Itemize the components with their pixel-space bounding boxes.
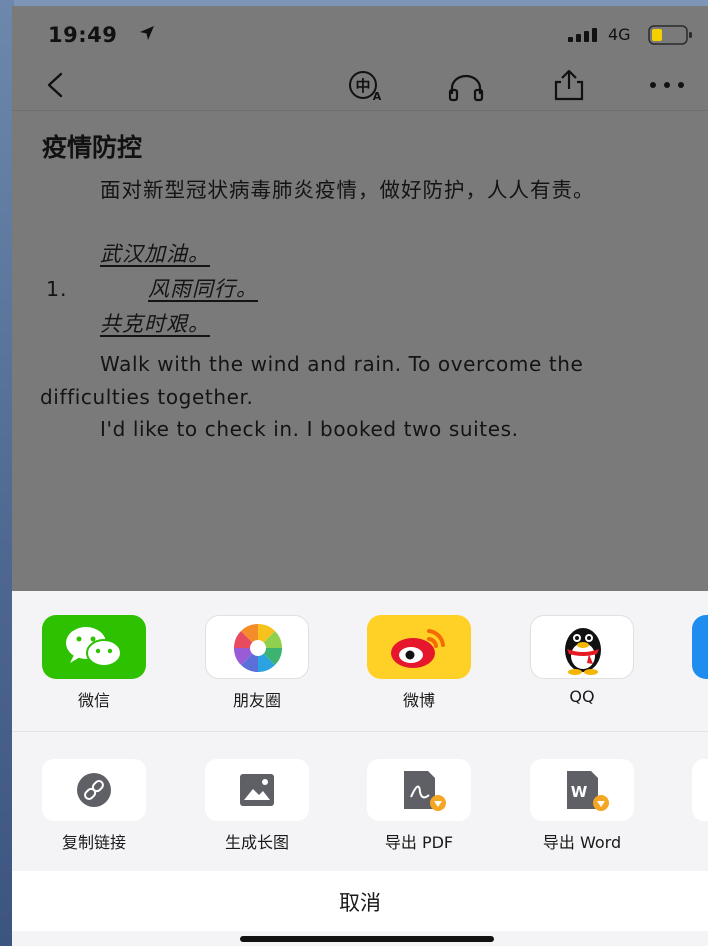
action-label: 复制链接 xyxy=(61,833,126,852)
weibo-icon xyxy=(367,615,471,679)
phone-screen: 19:49 4G 中 A 疫情防控 面对新型冠状病毒肺炎疫情，做好防护，人人有责… xyxy=(12,6,708,946)
share-moments[interactable]: 朋友圈 xyxy=(205,591,309,711)
action-label: 导出 PDF xyxy=(384,833,454,852)
list-item-text: 风雨同行。 xyxy=(148,277,258,301)
list-number: 1. xyxy=(46,277,68,301)
english-paragraph-1: Walk with the wind and rain. To overcome… xyxy=(40,352,584,409)
share-actions-row: 复制链接 生成长图 导出 PDF W 导出 Word xyxy=(12,731,708,872)
action-tile xyxy=(367,759,471,821)
qq-icon xyxy=(530,615,634,679)
dimmed-document-view[interactable]: 19:49 4G 中 A 疫情防控 面对新型冠状病毒肺炎疫情，做好防护，人人有责… xyxy=(12,6,708,591)
status-time: 19:49 xyxy=(48,23,118,47)
share-weibo[interactable]: 微博 xyxy=(367,591,471,711)
list-item-3: 共克时艰。 xyxy=(100,308,708,341)
share-sheet: 微信 朋友圈 微博 QQ 复制链接 生成长图 导出 PDF W 导出 Word … xyxy=(12,591,708,946)
app-icon xyxy=(692,615,708,679)
paragraph-1: 面对新型冠状病毒肺炎疫情，做好防护，人人有责。 xyxy=(100,178,595,202)
list-item-text: 共克时艰。 xyxy=(100,312,210,336)
action-tile xyxy=(205,759,309,821)
translate-icon[interactable]: 中 A xyxy=(346,70,384,102)
svg-text:A: A xyxy=(373,90,382,102)
wechat-icon xyxy=(42,615,146,679)
list-item-text: 武汉加油。 xyxy=(100,242,210,266)
word-icon: W xyxy=(567,771,609,811)
english-paragraph-2: I'd like to check in. I booked two suite… xyxy=(100,417,519,441)
status-bar: 19:49 4G xyxy=(12,6,708,58)
export-word-button[interactable]: W 导出 Word xyxy=(530,731,634,852)
svg-text:W: W xyxy=(571,783,588,801)
moments-icon xyxy=(205,615,309,679)
generate-long-image-button[interactable]: 生成长图 xyxy=(205,731,309,852)
action-label: 导出 Word xyxy=(542,833,622,852)
share-label: 微信 xyxy=(77,691,110,710)
list-item-1: 武汉加油。 xyxy=(100,238,708,271)
share-label: QQ xyxy=(569,687,595,706)
battery-icon xyxy=(648,25,692,45)
action-tile xyxy=(692,759,708,821)
action-tile xyxy=(42,759,146,821)
export-pdf-button[interactable]: 导出 PDF xyxy=(367,731,471,852)
top-toolbar: 中 A xyxy=(12,58,708,111)
image-icon xyxy=(240,774,274,806)
document-title: 疫情防控 xyxy=(42,133,143,162)
share-more-app[interactable] xyxy=(692,591,708,711)
back-icon[interactable] xyxy=(44,72,66,98)
link-icon xyxy=(77,773,111,807)
cancel-label: 取消 xyxy=(339,891,381,915)
copy-link-button[interactable]: 复制链接 xyxy=(42,731,146,852)
headphones-icon[interactable] xyxy=(448,72,484,102)
cancel-button[interactable]: 取消 xyxy=(12,871,708,931)
home-indicator xyxy=(240,936,494,942)
list-item-2: 1. 风雨同行。 xyxy=(40,273,690,306)
pdf-icon xyxy=(404,771,446,811)
share-label: 微博 xyxy=(402,691,435,710)
location-arrow-icon xyxy=(140,26,154,40)
share-apps-row: 微信 朋友圈 微博 QQ xyxy=(12,591,708,732)
share-wechat[interactable]: 微信 xyxy=(42,591,146,711)
share-qq[interactable]: QQ xyxy=(530,591,634,711)
more-action-button[interactable] xyxy=(692,731,708,851)
action-label: 生成长图 xyxy=(224,833,289,852)
network-type: 4G xyxy=(608,25,631,44)
action-tile: W xyxy=(530,759,634,821)
svg-text:中: 中 xyxy=(355,77,370,95)
signal-icon xyxy=(568,28,597,42)
share-label: 朋友圈 xyxy=(232,691,281,710)
more-icon[interactable] xyxy=(648,80,688,90)
share-icon[interactable] xyxy=(552,68,586,102)
